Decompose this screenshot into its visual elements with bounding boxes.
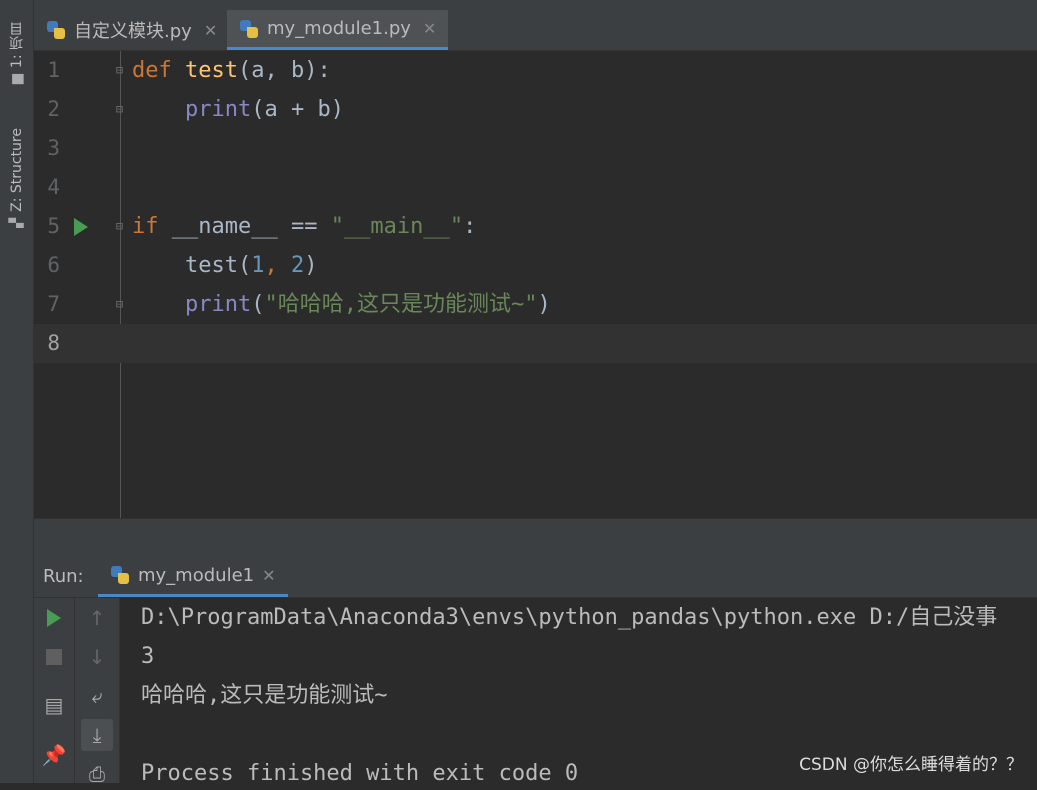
soft-wrap-icon: ⤶ — [91, 684, 103, 708]
layout-button[interactable]: ▤ — [38, 689, 70, 721]
stop-icon — [46, 649, 62, 665]
tab-my-module1[interactable]: my_module1.py ✕ — [227, 10, 449, 50]
line-number: 3 — [47, 136, 60, 160]
scroll-to-end-button[interactable]: ⤓ — [81, 719, 113, 751]
left-tool-strip: ▆ 1: 项目 ▞ Z: Structure — [0, 0, 34, 783]
play-icon — [47, 609, 61, 627]
code-line: 6 test(1, 2) — [34, 246, 1037, 285]
python-file-icon — [110, 565, 130, 585]
fold-end-icon[interactable]: ⊟ — [113, 102, 126, 116]
run-tab-label: my_module1 — [138, 564, 255, 586]
fold-end-icon[interactable]: ⊟ — [113, 297, 126, 311]
console-line: D:\ProgramData\Anaconda3\envs\python_pan… — [141, 605, 998, 630]
arrow-up-icon: ↑ — [88, 606, 106, 630]
code-text: if __name__ == "__main__": — [132, 214, 477, 239]
code-text: print("哈哈哈,这只是功能测试~") — [184, 292, 551, 317]
soft-wrap-button[interactable]: ⤶ — [81, 680, 113, 712]
project-tool-label: 1: 项目 — [9, 22, 25, 69]
close-icon[interactable]: ✕ — [423, 19, 436, 38]
line-number: 8 — [47, 331, 60, 355]
print-button[interactable]: ⎙ — [81, 758, 113, 790]
code-text: def test(a, b): — [132, 58, 331, 83]
tab-label: my_module1.py — [267, 18, 411, 39]
code-line-current: 8 — [34, 324, 1037, 363]
rerun-button[interactable] — [38, 602, 70, 634]
close-icon[interactable]: ✕ — [262, 566, 275, 585]
line-number: 4 — [47, 175, 60, 199]
line-number: 1 — [47, 58, 60, 82]
code-line: 1 ⊟ def test(a, b): — [34, 51, 1037, 90]
run-toolbar-primary: ▤ 📌 — [34, 598, 75, 783]
pin-button[interactable]: 📌 — [38, 739, 70, 771]
project-tool-tab[interactable]: ▆ 1: 项目 — [6, 22, 28, 84]
python-file-icon — [46, 20, 66, 40]
code-line: 3 — [34, 129, 1037, 168]
structure-icon: ▞ — [9, 217, 25, 228]
structure-tool-tab[interactable]: ▞ Z: Structure — [6, 128, 28, 228]
panel-splitter[interactable] — [34, 518, 1037, 557]
tab-custom-module[interactable]: 自定义模块.py ✕ — [34, 10, 229, 50]
line-number: 7 — [47, 292, 60, 316]
console-output[interactable]: D:\ProgramData\Anaconda3\envs\python_pan… — [120, 598, 1037, 783]
code-text: print(a + b) — [184, 97, 344, 122]
pin-icon: 📌 — [41, 743, 67, 767]
console-line: 哈哈哈,这只是功能测试~ — [141, 683, 388, 708]
watermark: CSDN @你怎么睡得着的？？ — [799, 755, 1023, 775]
code-text: test(1, 2) — [132, 253, 318, 278]
code-line: 7 ⊟ print("哈哈哈,这只是功能测试~") — [34, 285, 1037, 324]
stop-button[interactable] — [38, 641, 70, 673]
line-number: 6 — [47, 253, 60, 277]
console-line: 3 — [141, 644, 155, 669]
run-label: Run: — [43, 566, 84, 587]
line-number: 5 — [47, 214, 60, 238]
code-line: 5 ⊟ if __name__ == "__main__": — [34, 207, 1037, 246]
folder-icon: ▆ — [9, 74, 25, 85]
scroll-to-end-icon: ⤓ — [92, 723, 102, 747]
code-editor[interactable]: 1 ⊟ def test(a, b): 2 ⊟ print(a + b) 3 4… — [34, 51, 1037, 518]
fold-icon[interactable]: ⊟ — [113, 219, 126, 233]
editor-tab-bar: 自定义模块.py ✕ my_module1.py ✕ — [34, 0, 1037, 51]
arrow-down-icon: ↓ — [88, 645, 106, 669]
run-toolbar-secondary: ↑ ↓ ⤶ ⤓ ⎙ — [75, 598, 120, 786]
line-number: 2 — [47, 97, 60, 121]
close-icon[interactable]: ✕ — [204, 21, 217, 40]
run-tab-my-module1[interactable]: my_module1 ✕ — [98, 556, 288, 597]
layout-icon: ▤ — [44, 693, 64, 717]
python-file-icon — [239, 19, 259, 39]
console-line: Process finished with exit code 0 — [141, 761, 579, 783]
run-tool-header: Run: my_module1 ✕ — [34, 556, 1037, 598]
code-line: 2 ⊟ print(a + b) — [34, 90, 1037, 129]
tab-label: 自定义模块.py — [74, 21, 192, 42]
fold-icon[interactable]: ⊟ — [113, 63, 126, 77]
scroll-up-button[interactable]: ↑ — [81, 602, 113, 634]
scroll-down-button[interactable]: ↓ — [81, 641, 113, 673]
print-icon: ⎙ — [89, 762, 105, 786]
structure-tool-label: Z: Structure — [9, 128, 25, 212]
run-gutter-icon[interactable] — [74, 218, 88, 236]
code-line: 4 — [34, 168, 1037, 207]
